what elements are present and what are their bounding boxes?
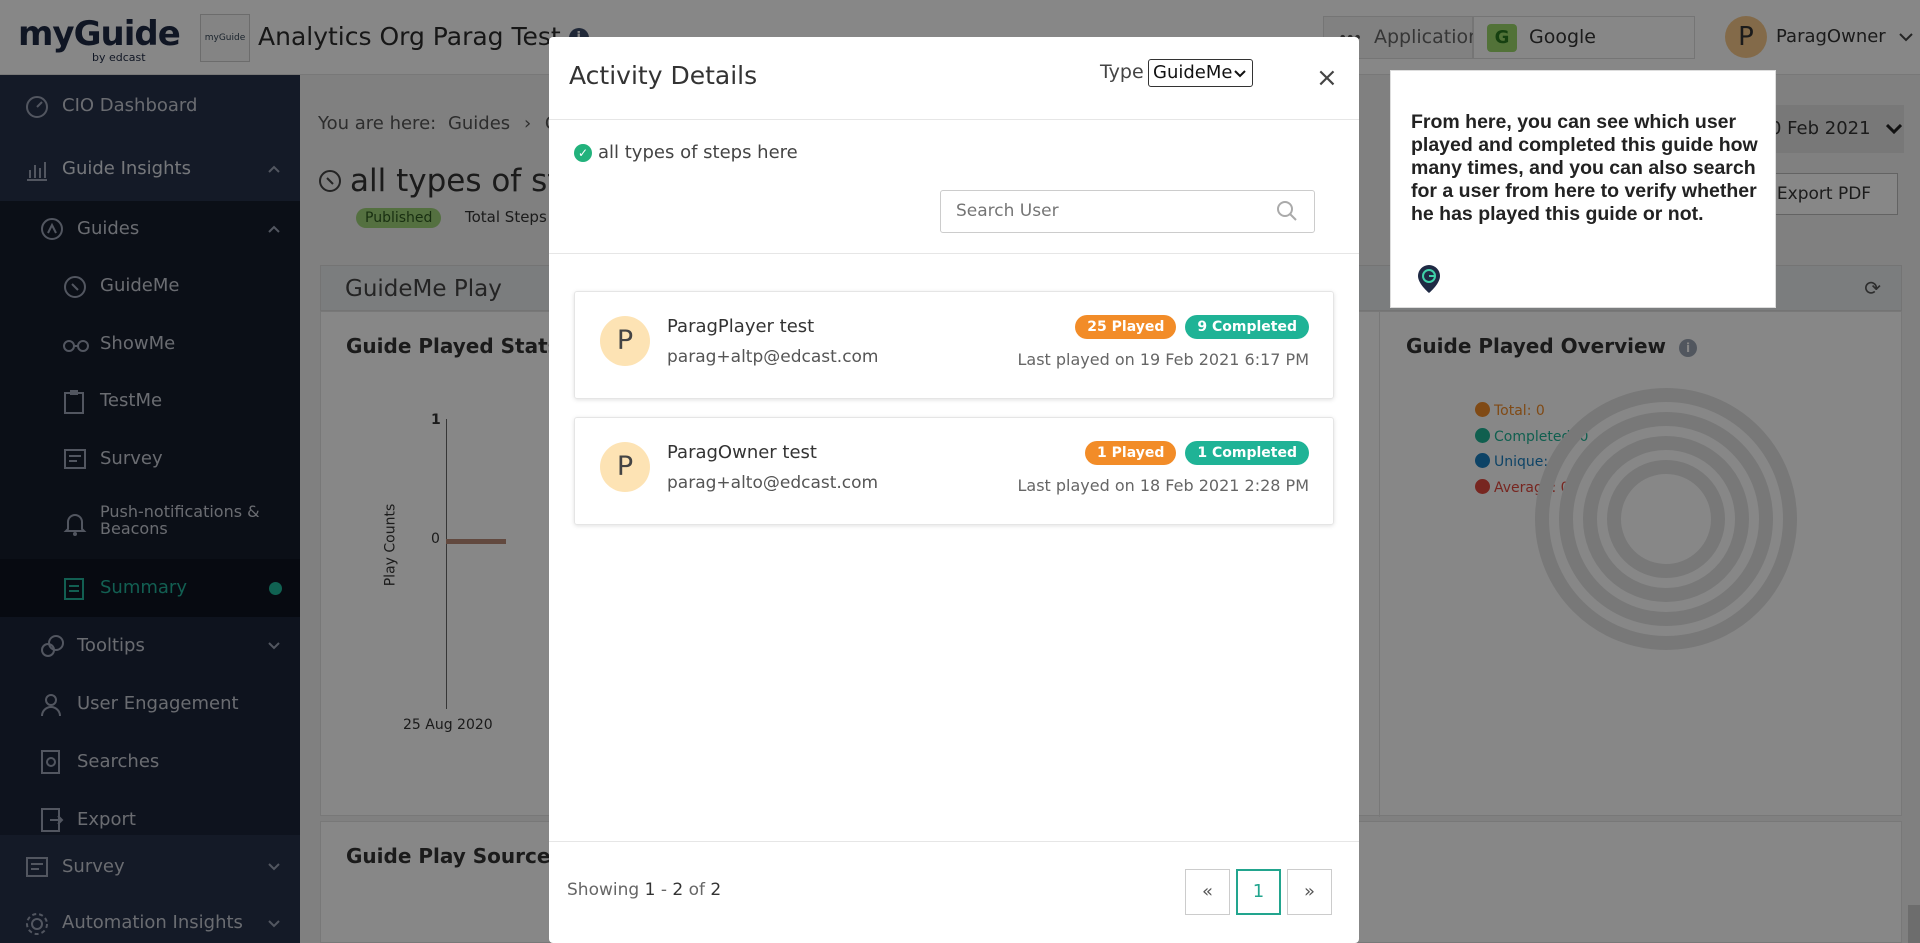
search-user-box	[940, 190, 1315, 233]
played-badge: 25 Played	[1075, 315, 1177, 339]
modal-header-divider	[549, 119, 1359, 120]
chevron-down-icon	[1234, 70, 1246, 78]
type-select[interactable]: GuideMe	[1148, 59, 1253, 87]
pagination-next[interactable]: »	[1287, 869, 1332, 915]
type-select-value: GuideMe	[1153, 62, 1233, 83]
type-label: Type	[1100, 61, 1144, 83]
user-name: ParagOwner test	[667, 442, 817, 463]
completed-badge: 1 Completed	[1185, 441, 1309, 465]
user-card[interactable]: P ParagPlayer test parag+altp@edcast.com…	[574, 291, 1334, 399]
guide-name: ✓ all types of steps here	[574, 142, 798, 163]
modal-footer-divider	[549, 841, 1359, 842]
activity-details-modal: Activity Details Type GuideMe × ✓ all typ…	[549, 37, 1359, 943]
user-badges: 1 Played 1 Completed	[1076, 441, 1309, 465]
user-badges: 25 Played 9 Completed	[1066, 315, 1309, 339]
user-avatar: P	[600, 316, 650, 366]
played-badge: 1 Played	[1085, 441, 1177, 465]
modal-search-divider	[549, 253, 1359, 254]
user-name: ParagPlayer test	[667, 316, 815, 337]
last-played: Last played on 18 Feb 2021 2:28 PM	[1017, 476, 1309, 495]
walkthrough-tooltip: From here, you can see which user played…	[1390, 70, 1776, 308]
check-circle-icon: ✓	[574, 144, 592, 162]
close-icon[interactable]: ×	[1316, 63, 1338, 93]
user-email: parag+altp@edcast.com	[667, 347, 879, 367]
tooltip-text: From here, you can see which user played…	[1411, 111, 1758, 225]
pagination-page-1[interactable]: 1	[1236, 869, 1281, 915]
modal-title: Activity Details	[569, 61, 758, 90]
showing-count: Showing 1 - 2 of 2	[567, 880, 722, 900]
completed-badge: 9 Completed	[1185, 315, 1309, 339]
search-icon[interactable]	[1276, 200, 1298, 222]
user-email: parag+alto@edcast.com	[667, 473, 879, 493]
last-played: Last played on 19 Feb 2021 6:17 PM	[1017, 350, 1309, 369]
user-avatar: P	[600, 442, 650, 492]
myguide-pin-icon[interactable]	[1416, 264, 1442, 294]
search-user-input[interactable]	[956, 191, 1276, 231]
user-card[interactable]: P ParagOwner test parag+alto@edcast.com …	[574, 417, 1334, 525]
pagination-prev[interactable]: «	[1185, 869, 1230, 915]
guide-name-text: all types of steps here	[598, 142, 798, 163]
